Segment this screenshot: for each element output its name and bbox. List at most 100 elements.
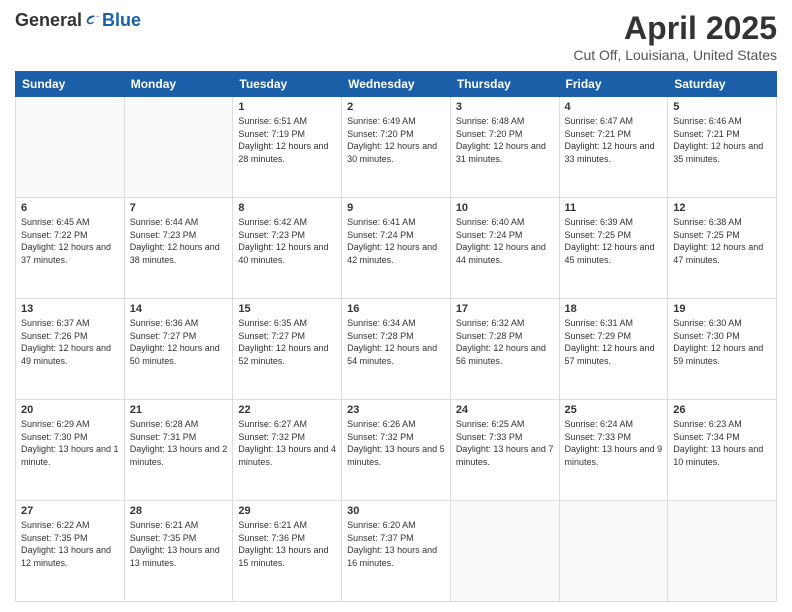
day-number: 15 bbox=[238, 303, 336, 315]
calendar-cell: 18 Sunrise: 6:31 AMSunset: 7:29 PMDayligh… bbox=[559, 299, 668, 400]
calendar-week-4: 20Sunrise: 6:29 AMSunset: 7:30 PMDayligh… bbox=[16, 400, 777, 501]
logo: General Blue bbox=[15, 10, 141, 31]
day-number: 19 bbox=[673, 303, 771, 315]
day-info: Sunrise: 6:21 AMSunset: 7:35 PMDaylight:… bbox=[130, 519, 228, 569]
day-info: Sunrise: 6:44 AMSunset: 7:23 PMDaylight:… bbox=[130, 216, 228, 266]
calendar-cell: 16 Sunrise: 6:34 AMSunset: 7:28 PMDayligh… bbox=[342, 299, 451, 400]
calendar-cell: 8 Sunrise: 6:42 AMSunset: 7:23 PMDaylight… bbox=[233, 198, 342, 299]
subtitle: Cut Off, Louisiana, United States bbox=[573, 47, 777, 63]
day-number: 2 bbox=[347, 101, 445, 113]
day-number: 24 bbox=[456, 404, 554, 416]
day-info: Sunrise: 6:49 AMSunset: 7:20 PMDaylight:… bbox=[347, 115, 445, 165]
main-title: April 2025 bbox=[573, 10, 777, 47]
day-info: Sunrise: 6:35 AMSunset: 7:27 PMDaylight:… bbox=[238, 317, 336, 367]
day-info: Sunrise: 6:23 AMSunset: 7:34 PMDaylight:… bbox=[673, 418, 771, 468]
day-number: 27 bbox=[21, 505, 119, 517]
calendar-cell: 29 Sunrise: 6:21 AMSunset: 7:36 PMDayligh… bbox=[233, 501, 342, 602]
calendar-header-wednesday: Wednesday bbox=[342, 72, 451, 97]
day-info: Sunrise: 6:39 AMSunset: 7:25 PMDaylight:… bbox=[565, 216, 663, 266]
calendar-cell: 17 Sunrise: 6:32 AMSunset: 7:28 PMDayligh… bbox=[450, 299, 559, 400]
calendar-header-tuesday: Tuesday bbox=[233, 72, 342, 97]
day-info: Sunrise: 6:38 AMSunset: 7:25 PMDaylight:… bbox=[673, 216, 771, 266]
day-info: Sunrise: 6:42 AMSunset: 7:23 PMDaylight:… bbox=[238, 216, 336, 266]
calendar-cell bbox=[450, 501, 559, 602]
day-number: 1 bbox=[238, 101, 336, 113]
day-info: Sunrise: 6:40 AMSunset: 7:24 PMDaylight:… bbox=[456, 216, 554, 266]
calendar-week-1: 1 Sunrise: 6:51 AMSunset: 7:19 PMDaylight… bbox=[16, 97, 777, 198]
day-info: Sunrise: 6:20 AMSunset: 7:37 PMDaylight:… bbox=[347, 519, 445, 569]
calendar-week-2: 6 Sunrise: 6:45 AMSunset: 7:22 PMDaylight… bbox=[16, 198, 777, 299]
calendar-header-monday: Monday bbox=[124, 72, 233, 97]
calendar-header-friday: Friday bbox=[559, 72, 668, 97]
day-number: 20 bbox=[21, 404, 119, 416]
calendar-cell: 1 Sunrise: 6:51 AMSunset: 7:19 PMDaylight… bbox=[233, 97, 342, 198]
calendar-cell: 11 Sunrise: 6:39 AMSunset: 7:25 PMDayligh… bbox=[559, 198, 668, 299]
day-number: 7 bbox=[130, 202, 228, 214]
calendar-cell: 26 Sunrise: 6:23 AMSunset: 7:34 PMDayligh… bbox=[668, 400, 777, 501]
calendar-cell: 2 Sunrise: 6:49 AMSunset: 7:20 PMDaylight… bbox=[342, 97, 451, 198]
day-info: Sunrise: 6:30 AMSunset: 7:30 PMDaylight:… bbox=[673, 317, 771, 367]
logo-general-text: General bbox=[15, 10, 82, 31]
day-info: Sunrise: 6:24 AMSunset: 7:33 PMDaylight:… bbox=[565, 418, 663, 468]
calendar-cell bbox=[668, 501, 777, 602]
calendar-header-thursday: Thursday bbox=[450, 72, 559, 97]
header: General Blue April 2025 Cut Off, Louisia… bbox=[15, 10, 777, 63]
day-info: Sunrise: 6:48 AMSunset: 7:20 PMDaylight:… bbox=[456, 115, 554, 165]
day-number: 9 bbox=[347, 202, 445, 214]
day-info: Sunrise: 6:34 AMSunset: 7:28 PMDaylight:… bbox=[347, 317, 445, 367]
day-info: Sunrise: 6:28 AMSunset: 7:31 PMDaylight:… bbox=[130, 418, 228, 468]
day-info: Sunrise: 6:51 AMSunset: 7:19 PMDaylight:… bbox=[238, 115, 336, 165]
day-number: 21 bbox=[130, 404, 228, 416]
calendar-week-3: 13Sunrise: 6:37 AMSunset: 7:26 PMDayligh… bbox=[16, 299, 777, 400]
calendar-cell: 20Sunrise: 6:29 AMSunset: 7:30 PMDayligh… bbox=[16, 400, 125, 501]
day-number: 29 bbox=[238, 505, 336, 517]
calendar-cell: 15 Sunrise: 6:35 AMSunset: 7:27 PMDayligh… bbox=[233, 299, 342, 400]
day-number: 23 bbox=[347, 404, 445, 416]
day-number: 14 bbox=[130, 303, 228, 315]
day-number: 18 bbox=[565, 303, 663, 315]
day-info: Sunrise: 6:47 AMSunset: 7:21 PMDaylight:… bbox=[565, 115, 663, 165]
calendar-cell: 28 Sunrise: 6:21 AMSunset: 7:35 PMDayligh… bbox=[124, 501, 233, 602]
calendar-cell: 27 Sunrise: 6:22 AMSunset: 7:35 PMDayligh… bbox=[16, 501, 125, 602]
day-info: Sunrise: 6:31 AMSunset: 7:29 PMDaylight:… bbox=[565, 317, 663, 367]
day-info: Sunrise: 6:22 AMSunset: 7:35 PMDaylight:… bbox=[21, 519, 119, 569]
calendar-cell: 14 Sunrise: 6:36 AMSunset: 7:27 PMDayligh… bbox=[124, 299, 233, 400]
day-info: Sunrise: 6:45 AMSunset: 7:22 PMDaylight:… bbox=[21, 216, 119, 266]
day-number: 16 bbox=[347, 303, 445, 315]
logo-bird-icon bbox=[84, 12, 102, 30]
calendar-cell: 9Sunrise: 6:41 AMSunset: 7:24 PMDaylight… bbox=[342, 198, 451, 299]
title-section: April 2025 Cut Off, Louisiana, United St… bbox=[573, 10, 777, 63]
day-info: Sunrise: 6:36 AMSunset: 7:27 PMDaylight:… bbox=[130, 317, 228, 367]
day-number: 13 bbox=[21, 303, 119, 315]
calendar-cell: 13Sunrise: 6:37 AMSunset: 7:26 PMDayligh… bbox=[16, 299, 125, 400]
calendar-cell: 4 Sunrise: 6:47 AMSunset: 7:21 PMDaylight… bbox=[559, 97, 668, 198]
calendar-header-saturday: Saturday bbox=[668, 72, 777, 97]
calendar-cell: 23Sunrise: 6:26 AMSunset: 7:32 PMDayligh… bbox=[342, 400, 451, 501]
day-number: 28 bbox=[130, 505, 228, 517]
day-number: 4 bbox=[565, 101, 663, 113]
calendar-cell bbox=[124, 97, 233, 198]
day-number: 8 bbox=[238, 202, 336, 214]
day-info: Sunrise: 6:21 AMSunset: 7:36 PMDaylight:… bbox=[238, 519, 336, 569]
day-number: 11 bbox=[565, 202, 663, 214]
day-number: 6 bbox=[21, 202, 119, 214]
day-number: 17 bbox=[456, 303, 554, 315]
day-number: 10 bbox=[456, 202, 554, 214]
calendar-header-row: SundayMondayTuesdayWednesdayThursdayFrid… bbox=[16, 72, 777, 97]
calendar-cell: 24Sunrise: 6:25 AMSunset: 7:33 PMDayligh… bbox=[450, 400, 559, 501]
calendar-cell: 6 Sunrise: 6:45 AMSunset: 7:22 PMDaylight… bbox=[16, 198, 125, 299]
calendar-cell bbox=[16, 97, 125, 198]
calendar-cell: 21 Sunrise: 6:28 AMSunset: 7:31 PMDayligh… bbox=[124, 400, 233, 501]
day-number: 5 bbox=[673, 101, 771, 113]
calendar-cell: 30Sunrise: 6:20 AMSunset: 7:37 PMDayligh… bbox=[342, 501, 451, 602]
calendar-cell: 5 Sunrise: 6:46 AMSunset: 7:21 PMDaylight… bbox=[668, 97, 777, 198]
logo-blue-text: Blue bbox=[102, 10, 141, 31]
calendar-cell: 25Sunrise: 6:24 AMSunset: 7:33 PMDayligh… bbox=[559, 400, 668, 501]
day-number: 26 bbox=[673, 404, 771, 416]
calendar-cell: 19 Sunrise: 6:30 AMSunset: 7:30 PMDayligh… bbox=[668, 299, 777, 400]
day-info: Sunrise: 6:32 AMSunset: 7:28 PMDaylight:… bbox=[456, 317, 554, 367]
calendar-week-5: 27 Sunrise: 6:22 AMSunset: 7:35 PMDayligh… bbox=[16, 501, 777, 602]
calendar-header-sunday: Sunday bbox=[16, 72, 125, 97]
day-info: Sunrise: 6:46 AMSunset: 7:21 PMDaylight:… bbox=[673, 115, 771, 165]
calendar-cell: 22Sunrise: 6:27 AMSunset: 7:32 PMDayligh… bbox=[233, 400, 342, 501]
